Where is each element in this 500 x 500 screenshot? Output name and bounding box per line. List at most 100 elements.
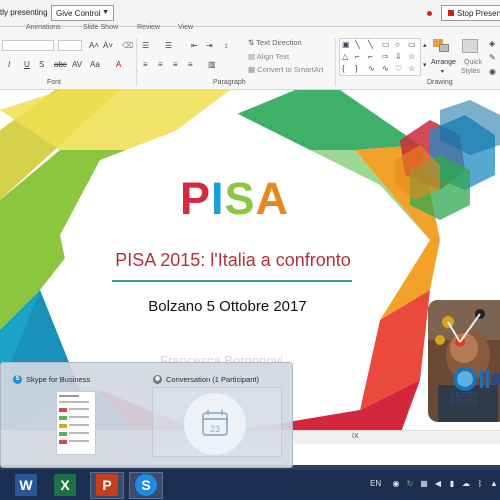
give-control-label: Give Control xyxy=(56,9,101,18)
textbox-shape-icon[interactable]: ▣ xyxy=(342,40,350,49)
justify-icon[interactable]: ≡ xyxy=(188,60,193,69)
line-shape-icon[interactable]: ╲ xyxy=(368,40,373,49)
text-direction-button[interactable]: ⇅ Text Direction xyxy=(248,38,302,47)
brace-shape-icon[interactable]: { xyxy=(342,64,345,73)
font-color-icon[interactable]: A xyxy=(116,60,121,69)
network-tray-icon[interactable]: ▦ xyxy=(419,479,429,489)
stop-presenting-label: Stop Presen xyxy=(457,9,500,18)
stop-icon xyxy=(448,10,454,16)
ribbon-tabs: Animations Slide Show Review View xyxy=(0,24,500,35)
underline-icon[interactable]: U xyxy=(24,60,30,69)
quick-styles-label-1[interactable]: Quick xyxy=(464,59,482,66)
excel-taskbar-icon[interactable]: X xyxy=(54,474,76,496)
arrange-icon[interactable] xyxy=(433,39,451,53)
heart-shape-icon[interactable]: ♡ xyxy=(395,64,402,73)
bluetooth-tray-icon[interactable]: ᛒ xyxy=(475,479,485,489)
strike-icon[interactable]: abc xyxy=(54,60,67,69)
recording-dot-icon xyxy=(427,11,432,16)
font-size-combo[interactable] xyxy=(58,40,82,51)
shapes-gallery[interactable]: ▣ ╲ ╲ ▭ ○ ▭ △ ⌐ ⌐ ⇨ ⇩ ☆ { } ∿ ∿ ♡ ☆ xyxy=(339,38,421,76)
skype-thumbnail-title[interactable]: Skype for Business xyxy=(26,375,90,384)
skype-window-preview[interactable] xyxy=(56,391,96,455)
star-shape-icon[interactable]: ☆ xyxy=(408,64,415,73)
presenting-toolbar: tly presenting Give Control ▼ Stop Prese… xyxy=(0,0,500,27)
elbow-shape-icon[interactable]: ⌐ xyxy=(368,52,373,61)
volume-tray-icon[interactable]: ◀ xyxy=(433,479,443,489)
powerpoint-taskbar-icon[interactable]: P xyxy=(96,474,118,496)
battery-tray-icon[interactable]: ▮ xyxy=(447,479,457,489)
star-shape-icon[interactable]: ☆ xyxy=(408,52,415,61)
clear-format-icon[interactable]: ⌫ xyxy=(122,41,133,50)
arrange-chevron-icon[interactable]: ▾ xyxy=(441,68,444,75)
arrange-label[interactable]: Arrange xyxy=(431,59,456,66)
skype-taskbar-icon[interactable]: S xyxy=(135,474,157,496)
give-control-button[interactable]: Give Control ▼ xyxy=(51,5,114,21)
conversation-avatar: 23 xyxy=(184,393,246,455)
numbering-icon[interactable]: ☰ xyxy=(165,41,172,50)
line-shape-icon[interactable]: ╲ xyxy=(355,40,360,49)
tab-animations[interactable]: Animations xyxy=(26,24,61,31)
slide-subtitle[interactable]: Bolzano 5 Ottobre 2017 xyxy=(110,298,345,315)
word-taskbar-icon[interactable]: W xyxy=(15,474,37,496)
align-text-icon: ▤ xyxy=(248,52,257,61)
grow-font-icon[interactable]: A˄ xyxy=(89,41,99,50)
skype-preview-graphic xyxy=(59,395,89,444)
rounded-rect-shape-icon[interactable]: ▭ xyxy=(408,40,416,49)
gallery-more-icon[interactable]: ▾ xyxy=(423,61,427,69)
align-center-icon[interactable]: ≡ xyxy=(158,60,163,69)
bracket-shape-icon[interactable]: } xyxy=(355,64,358,73)
tab-slide-show[interactable]: Slide Show xyxy=(83,24,118,31)
onedrive-tray-icon[interactable]: ☁ xyxy=(461,479,471,489)
more-tray-icon[interactable]: ▲ xyxy=(489,479,499,489)
arrow-down-shape-icon[interactable]: ⇩ xyxy=(395,52,402,61)
taskbar-thumbnail-popup: S Skype for Business ◉ Conversation (1 P… xyxy=(0,362,293,468)
gallery-scroll-icon[interactable]: ▴ xyxy=(423,41,427,49)
quick-styles-label-2[interactable]: Styles xyxy=(461,68,480,75)
chevron-down-icon: ▼ xyxy=(102,9,109,16)
line-spacing-icon[interactable]: ↕ xyxy=(224,41,228,50)
elbow-shape-icon[interactable]: ⌐ xyxy=(355,52,360,61)
align-right-icon[interactable]: ≡ xyxy=(173,60,178,69)
slide-footer-marker: IX xyxy=(352,433,359,440)
align-text-button[interactable]: ▤ Align Text xyxy=(248,52,289,61)
oecd-logo xyxy=(453,367,500,391)
pisa-logo-letter: P xyxy=(180,173,212,224)
oval-shape-icon[interactable]: ○ xyxy=(395,40,400,49)
screen: tly presenting Give Control ▼ Stop Prese… xyxy=(0,0,500,500)
bullets-icon[interactable]: ☰ xyxy=(142,41,149,50)
ribbon-separator xyxy=(335,38,336,86)
shape-fill-icon[interactable]: ◈ xyxy=(489,39,495,48)
pisa-logo: PISA xyxy=(180,173,289,225)
ribbon-separator xyxy=(136,38,137,86)
conversation-thumbnail-title[interactable]: Conversation (1 Participant) xyxy=(166,375,259,384)
increase-indent-icon[interactable]: ⇥ xyxy=(206,41,213,50)
stop-presenting-button[interactable]: Stop Presen xyxy=(441,5,500,21)
align-left-icon[interactable]: ≡ xyxy=(143,60,148,69)
rectangle-shape-icon[interactable]: ▭ xyxy=(382,40,390,49)
arrow-right-shape-icon[interactable]: ⇨ xyxy=(382,52,389,61)
tab-review[interactable]: Review xyxy=(137,24,160,31)
conversation-small-icon: ◉ xyxy=(153,375,162,384)
skype-tray-icon[interactable]: ◉ xyxy=(391,479,401,489)
pisa-logo-letter: S xyxy=(224,173,256,224)
decrease-indent-icon[interactable]: ⇤ xyxy=(191,41,198,50)
columns-icon[interactable]: ▥ xyxy=(208,60,216,69)
convert-smartart-button[interactable]: ▦ Convert to SmartArt xyxy=(248,65,323,74)
curve-shape-icon[interactable]: ∿ xyxy=(382,64,389,73)
change-case-icon[interactable]: Aa xyxy=(90,60,100,69)
sync-tray-icon[interactable]: ↻ xyxy=(405,479,415,489)
shape-effects-icon[interactable]: ◉ xyxy=(489,67,496,76)
italic-icon[interactable]: I xyxy=(8,60,10,69)
tab-view[interactable]: View xyxy=(178,24,193,31)
quick-styles-icon[interactable] xyxy=(462,39,478,53)
triangle-shape-icon[interactable]: △ xyxy=(342,52,348,61)
language-indicator[interactable]: EN xyxy=(370,479,381,488)
curve-shape-icon[interactable]: ∿ xyxy=(368,64,375,73)
smartart-icon: ▦ xyxy=(248,65,258,74)
font-name-combo[interactable] xyxy=(2,40,54,51)
strikethrough-icon[interactable]: S xyxy=(39,60,44,69)
slide-title[interactable]: PISA 2015: l'Italia a confronto xyxy=(90,250,376,271)
shape-outline-icon[interactable]: ✎ xyxy=(489,53,496,62)
shrink-font-icon[interactable]: A˅ xyxy=(103,41,113,50)
char-spacing-icon[interactable]: AV xyxy=(72,60,82,69)
